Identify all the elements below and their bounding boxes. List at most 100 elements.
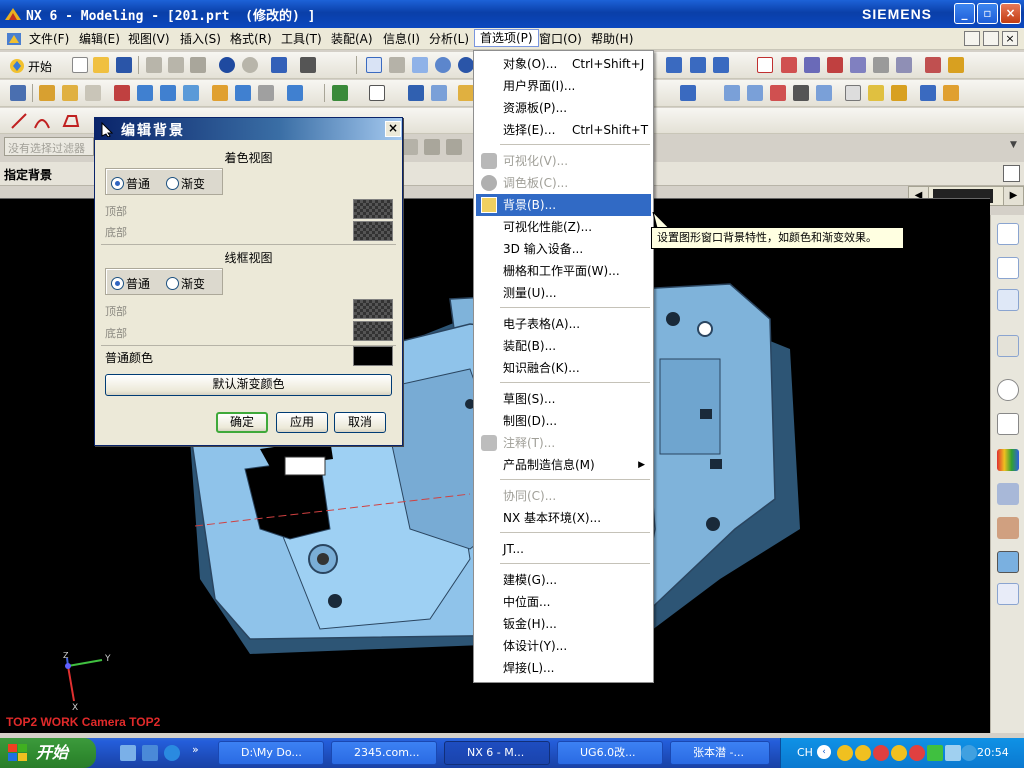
shaded-top-color-swatch[interactable] [353,199,393,219]
texture-icon[interactable] [891,85,907,101]
sweep-icon[interactable] [85,85,101,101]
apply-button[interactable]: 应用 [276,412,328,433]
constraint-icon[interactable] [781,57,797,73]
assembly-navigator-icon[interactable] [997,223,1019,245]
zoom-icon[interactable] [412,57,428,73]
menu-item-3d-input-devices[interactable]: 3D 输入设备... [476,238,651,260]
task-zhang[interactable]: 张本潜 -... [670,741,770,765]
cancel-button[interactable]: 取消 [334,412,386,433]
measure-icon[interactable] [948,57,964,73]
fit-view-icon[interactable] [366,57,382,73]
surface2-icon[interactable] [747,85,763,101]
wire-icon[interactable] [431,85,447,101]
menu-item-drafting[interactable]: 制图(D)... [476,410,651,432]
menu-item-grid-work-plane[interactable]: 栅格和工作平面(W)... [476,260,651,282]
qq5-icon[interactable] [909,745,925,761]
wire-gradient-radio[interactable]: 渐变 [166,275,205,291]
layout-icon[interactable] [10,85,26,101]
material-icon[interactable] [868,85,884,101]
start-menu-button[interactable]: 开始 [0,738,96,768]
menu-edit[interactable]: 编辑(E) [74,30,125,48]
snap-endpoint-icon[interactable] [424,139,440,155]
curve-icon[interactable] [62,112,80,130]
paint-icon[interactable] [943,85,959,101]
menu-item-knowledge-fusion[interactable]: 知识融合(K)... [476,357,651,379]
mesh-icon[interactable] [845,85,861,101]
boss-icon[interactable] [137,85,153,101]
type-filter-dropdown[interactable]: 没有选择过滤器 [4,137,94,156]
quicklaunch-more-icon[interactable]: » [192,743,199,756]
menu-item-sketch[interactable]: 草图(S)... [476,388,651,410]
menu-insert[interactable]: 插入(S) [175,30,226,48]
line-icon[interactable] [10,112,28,130]
web-browser-icon[interactable] [997,413,1019,435]
filter-icon[interactable] [896,57,912,73]
menu-item-object[interactable]: 对象(O)... Ctrl+Shift+J [476,53,651,75]
plain-color-swatch[interactable] [353,346,393,366]
qq2-icon[interactable] [855,745,871,761]
select-icon[interactable] [850,57,866,73]
trim-icon[interactable] [770,85,786,101]
shaded-gradient-radio[interactable]: 渐变 [166,175,205,191]
menu-item-gateway[interactable]: NX 基本环境(X)... [476,507,651,529]
new-file-icon[interactable] [72,57,88,73]
template-icon[interactable] [997,583,1019,605]
light-icon[interactable] [920,85,936,101]
binoculars-icon[interactable] [300,57,316,73]
repeat-command-icon[interactable] [271,57,287,73]
constraint-navigator-icon[interactable] [997,257,1019,279]
dialog-close-button[interactable]: × [385,121,401,137]
blend-icon[interactable] [212,85,228,101]
menu-assembly[interactable]: 装配(A) [326,30,378,48]
pocket-icon[interactable] [160,85,176,101]
cursor-icon[interactable] [873,57,889,73]
move-icon[interactable] [332,85,348,101]
menu-item-jt[interactable]: JT... [476,538,651,560]
task-2345[interactable]: 2345.com... [331,741,437,765]
system-materials-icon[interactable] [997,517,1019,539]
save-icon[interactable] [116,57,132,73]
restore-button[interactable]: ▫ [977,3,998,24]
menu-item-spreadsheet[interactable]: 电子表格(A)... [476,313,651,335]
qq3-icon[interactable] [873,745,889,761]
close-button[interactable]: × [1000,3,1021,24]
network-icon[interactable] [927,745,943,761]
part-navigator-icon[interactable] [997,289,1019,311]
menu-item-modeling[interactable]: 建模(G)... [476,569,651,591]
box-icon[interactable] [369,85,385,101]
shaded-plain-radio[interactable]: 普通 [111,175,150,191]
snap-point-icon[interactable] [402,139,418,155]
quicklaunch-desktop-icon[interactable] [142,745,158,761]
start-button[interactable]: 开始 [28,58,52,75]
cut-icon[interactable] [146,57,162,73]
language-indicator[interactable]: CH [797,746,813,759]
ok-button[interactable]: 确定 [216,412,268,433]
cue-toggle-icon[interactable] [1003,165,1020,182]
extrude-icon[interactable] [39,85,55,101]
doc-restore-button[interactable] [983,31,999,46]
chamfer-icon[interactable] [235,85,251,101]
roles-icon[interactable] [997,483,1019,505]
snap-icon[interactable] [827,57,843,73]
tray-expand-icon[interactable]: ‹ [817,745,831,759]
shaded-bottom-color-swatch[interactable] [353,221,393,241]
wire-plain-radio[interactable]: 普通 [111,275,150,291]
update-icon[interactable] [961,745,977,761]
shade-icon[interactable] [408,85,424,101]
arc-icon[interactable] [33,112,51,130]
undo-icon[interactable] [219,57,235,73]
wire-top-color-swatch[interactable] [353,299,393,319]
open-folder-icon[interactable] [93,57,109,73]
menu-item-welding[interactable]: 焊接(L)... [476,657,651,679]
shell-icon[interactable] [258,85,274,101]
menu-tools[interactable]: 工具(T) [276,30,327,48]
menu-preferences[interactable]: 首选项(P) [474,29,539,47]
feature-icon[interactable] [666,57,682,73]
menu-item-body-design[interactable]: 体设计(Y)... [476,635,651,657]
surface3-icon[interactable] [816,85,832,101]
menu-file[interactable]: 文件(F) [24,30,74,48]
revolve-icon[interactable] [62,85,78,101]
ruler-icon[interactable] [925,57,941,73]
quicklaunch-ie-icon[interactable] [164,745,180,761]
redo-icon[interactable] [242,57,258,73]
